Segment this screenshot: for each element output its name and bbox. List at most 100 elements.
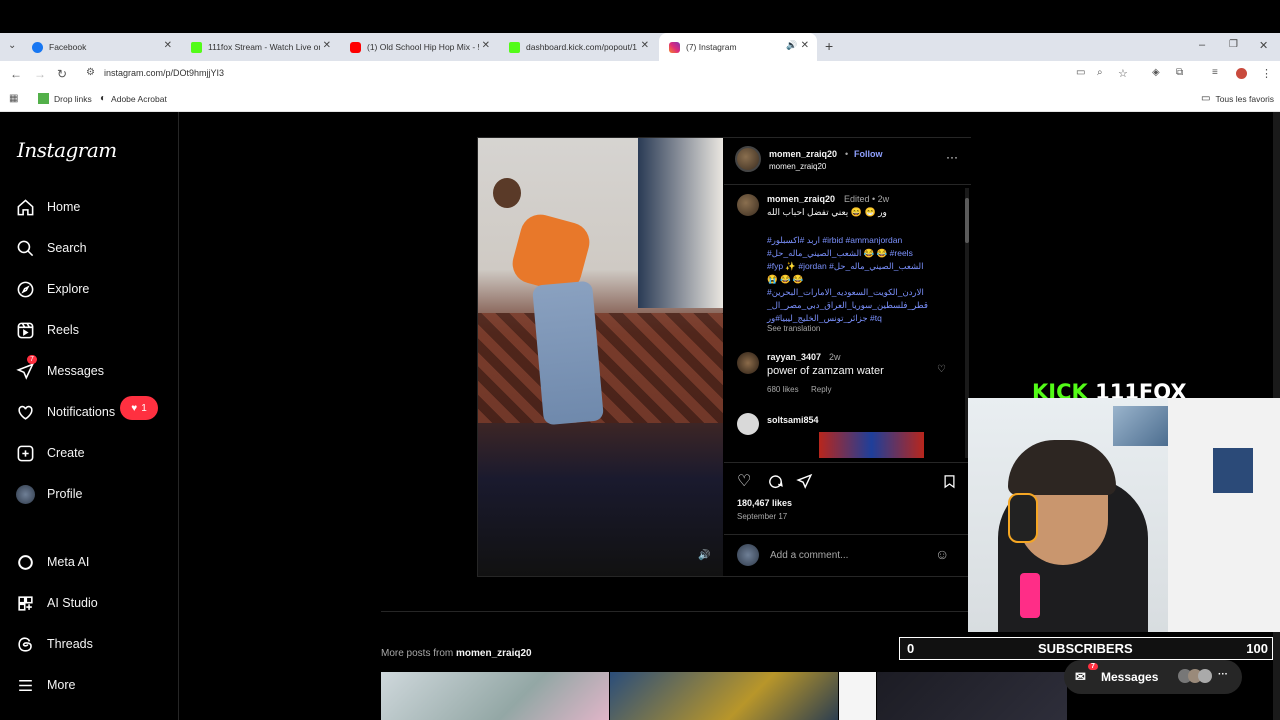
media-control-icon[interactable]: ≡ bbox=[1212, 67, 1218, 78]
more-options-icon[interactable]: ··· bbox=[946, 150, 958, 164]
tab-instagram[interactable]: (7) Instagram 🔊 ✕ bbox=[659, 33, 817, 61]
hashtags[interactable]: #اربد #اكسبلور #irbid #ammanjordan #الشع… bbox=[767, 234, 957, 325]
forward-button[interactable]: → bbox=[34, 67, 46, 81]
menu-icon[interactable]: ⋮ bbox=[1261, 67, 1272, 80]
nav-meta-ai[interactable]: Meta AI bbox=[16, 550, 89, 574]
close-icon[interactable]: ✕ bbox=[323, 40, 331, 51]
tab-facebook[interactable]: Facebook ✕ bbox=[22, 33, 180, 61]
close-icon[interactable]: ✕ bbox=[482, 40, 490, 51]
nav-label: Explore bbox=[47, 282, 90, 296]
microphone bbox=[1020, 573, 1040, 618]
nav-create[interactable]: Create bbox=[16, 441, 85, 465]
comment-avatar[interactable] bbox=[737, 352, 759, 374]
tab-111fox-stream[interactable]: 111fox Stream - Watch Live on ✕ bbox=[181, 33, 339, 61]
nav-search[interactable]: Search bbox=[16, 236, 87, 260]
tab-strip: ⌄ Facebook ✕ 111fox Stream - Watch Live … bbox=[0, 33, 1280, 61]
sidebar: Instagram Home Search Explore Reels 7 Me… bbox=[0, 112, 179, 720]
author-username[interactable]: momen_zraiq20 bbox=[769, 149, 837, 159]
messages-floating-button[interactable]: ✉ 7 Messages ··· bbox=[1064, 660, 1242, 694]
tab-kick-dashboard[interactable]: dashboard.kick.com/popout/1 ✕ bbox=[499, 33, 657, 61]
compass-icon bbox=[17, 281, 34, 297]
nav-home[interactable]: Home bbox=[16, 195, 80, 219]
back-button[interactable]: ← bbox=[10, 67, 22, 81]
comment-likes[interactable]: 680 likes bbox=[767, 385, 799, 394]
notifications-pill[interactable]: ♥ 1 bbox=[120, 396, 158, 420]
nav-reels[interactable]: Reels bbox=[16, 318, 79, 342]
zoom-icon[interactable]: ⌕ bbox=[1097, 67, 1103, 78]
bookmark-star-icon[interactable]: ☆ bbox=[1118, 67, 1128, 80]
messages-badge: 7 bbox=[27, 355, 37, 364]
close-icon[interactable]: ✕ bbox=[164, 40, 172, 51]
see-translation-link[interactable]: See translation bbox=[767, 324, 820, 333]
instagram-logo[interactable]: Instagram bbox=[17, 138, 117, 162]
speaker-icon[interactable]: 🔊 bbox=[786, 40, 797, 51]
grid-post-thumbnail[interactable] bbox=[877, 672, 1067, 720]
subscriber-goal-bar: 0 SUBSCRIBERS 100 bbox=[899, 637, 1273, 660]
drop-links-icon bbox=[38, 93, 49, 104]
author-avatar[interactable] bbox=[735, 146, 761, 172]
nav-threads[interactable]: Threads bbox=[16, 632, 93, 656]
acrobat-icon: ◐ bbox=[100, 93, 107, 104]
minimize-button[interactable]: – bbox=[1199, 39, 1205, 51]
nav-label: Profile bbox=[47, 487, 83, 501]
tab-youtube-mix[interactable]: (1) Old School Hip Hop Mix - 5 ✕ bbox=[340, 33, 498, 61]
likes-count[interactable]: 180,467 likes bbox=[737, 498, 792, 508]
bookmark-drop-links[interactable]: Drop links bbox=[38, 93, 92, 104]
post-details: momen_zraiq20 • Follow momen_zraiq20 ···… bbox=[724, 138, 971, 576]
divider bbox=[724, 462, 971, 463]
bookmark-icon[interactable] bbox=[942, 473, 957, 490]
bookmark-label: Tous les favoris bbox=[1215, 93, 1275, 104]
comment-username[interactable]: rayyan_3407 bbox=[767, 352, 821, 362]
like-comment-heart-icon[interactable]: ♡ bbox=[937, 364, 946, 375]
nav-notifications[interactable]: Notifications bbox=[16, 400, 115, 424]
all-bookmarks-folder[interactable]: ▭ Tous les favoris bbox=[1201, 93, 1274, 104]
more-posts-username[interactable]: momen_zraiq20 bbox=[456, 648, 532, 659]
comment-username[interactable]: soltsami854 bbox=[767, 415, 819, 425]
nav-messages[interactable]: 7 Messages bbox=[16, 355, 104, 383]
share-icon[interactable] bbox=[796, 473, 813, 490]
messages-badge: 7 bbox=[1088, 663, 1098, 670]
scrollbar-thumb[interactable] bbox=[965, 198, 969, 243]
close-icon[interactable]: ✕ bbox=[801, 40, 809, 51]
author-subtitle: momen_zraiq20 bbox=[769, 162, 827, 171]
grid-post-thumbnail[interactable] bbox=[839, 672, 876, 720]
tab-search-icon[interactable]: ⌄ bbox=[8, 40, 16, 51]
wall-frame bbox=[1113, 406, 1168, 446]
site-info-icon[interactable]: ⚙ bbox=[86, 67, 95, 78]
comment-bubble-icon[interactable] bbox=[767, 473, 784, 490]
url-field[interactable]: instagram.com/p/DOt9hmjjYI3 bbox=[104, 68, 224, 78]
nav-more[interactable]: More bbox=[16, 673, 75, 697]
grid-post-thumbnail[interactable] bbox=[610, 672, 838, 720]
add-comment-input[interactable]: Add a comment... bbox=[770, 550, 848, 561]
close-icon[interactable]: ✕ bbox=[641, 40, 649, 51]
grid-post-thumbnail[interactable] bbox=[381, 672, 609, 720]
caption-avatar[interactable] bbox=[737, 194, 759, 216]
tab-title: dashboard.kick.com/popout/1 bbox=[526, 42, 638, 52]
nav-ai-studio[interactable]: AI Studio bbox=[16, 591, 98, 615]
caption-username[interactable]: momen_zraiq20 bbox=[767, 194, 835, 204]
comment-avatar[interactable] bbox=[737, 413, 759, 435]
mute-icon[interactable]: 🔊 bbox=[698, 550, 710, 561]
restore-button[interactable]: ❐ bbox=[1229, 39, 1238, 50]
nav-profile[interactable]: Profile bbox=[16, 482, 82, 506]
facebook-icon bbox=[32, 41, 43, 53]
heart-filled-icon: ♥ bbox=[131, 402, 138, 414]
extensions-puzzle-icon[interactable]: ⧉ bbox=[1176, 67, 1183, 78]
nav-explore[interactable]: Explore bbox=[16, 277, 89, 301]
cast-icon[interactable]: ▭ bbox=[1076, 67, 1085, 78]
profile-avatar[interactable] bbox=[1236, 68, 1247, 79]
kick-icon bbox=[191, 41, 202, 53]
new-tab-button[interactable]: + bbox=[825, 38, 833, 54]
extension-icon[interactable]: ◈ bbox=[1152, 67, 1160, 78]
emoji-icon[interactable]: ☺ bbox=[935, 546, 949, 562]
post-video[interactable]: 🔊 bbox=[478, 138, 723, 576]
window-close-button[interactable]: ✕ bbox=[1259, 39, 1268, 52]
apps-grid-icon[interactable]: ▦ bbox=[9, 93, 18, 104]
comment-reply-button[interactable]: Reply bbox=[811, 385, 831, 394]
reload-button[interactable]: ↻ bbox=[57, 67, 67, 81]
nav-label: More bbox=[47, 678, 76, 692]
follow-button[interactable]: Follow bbox=[854, 149, 883, 159]
bookmark-adobe-acrobat[interactable]: ◐ Adobe Acrobat bbox=[100, 93, 167, 104]
like-heart-icon[interactable]: ♡ bbox=[737, 471, 751, 491]
sub-label: SUBSCRIBERS bbox=[1038, 641, 1133, 656]
